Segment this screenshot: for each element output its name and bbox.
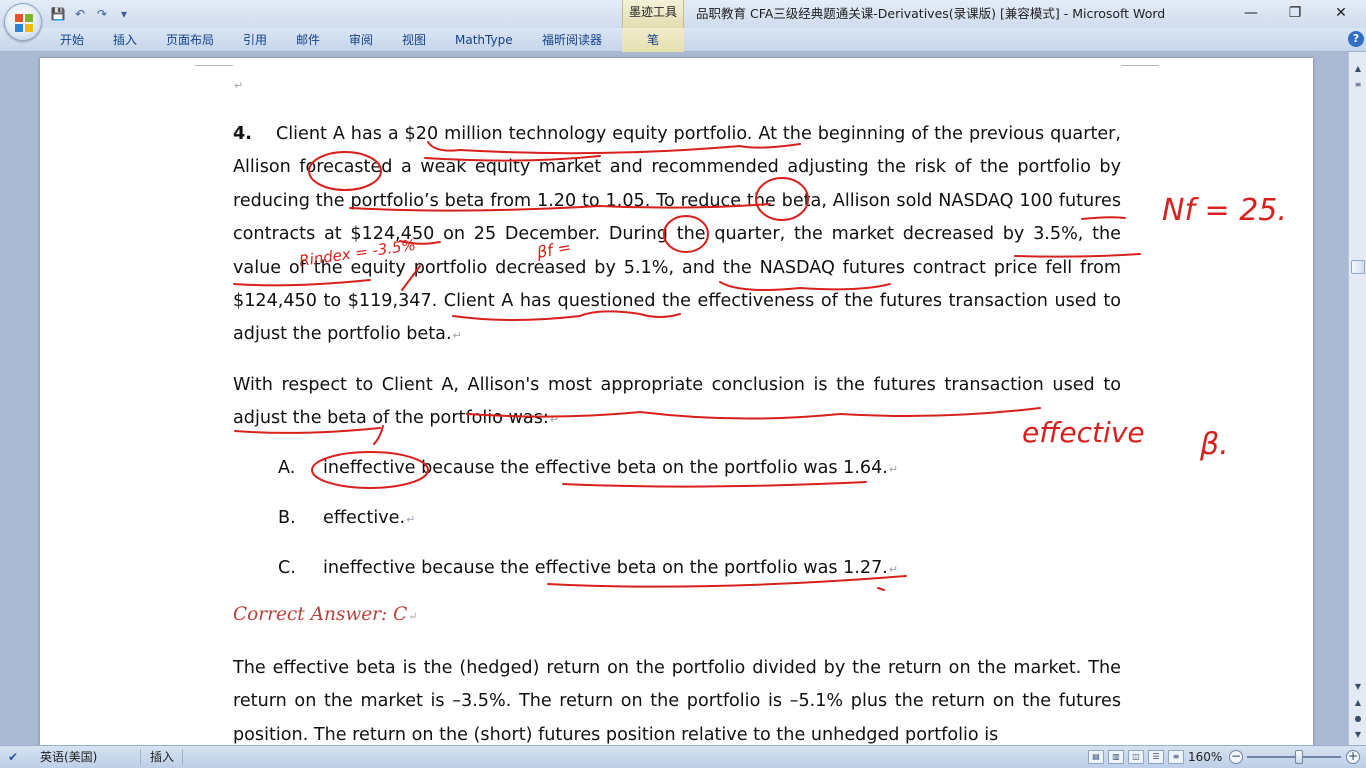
question-stem-text: Client A has a $20 million technology eq… (233, 124, 1121, 345)
ribbon-tab-bar: 开始 插入 页面布局 引用 邮件 审阅 视图 MathType 福昕阅读器 笔 (0, 28, 1366, 52)
redo-icon[interactable]: ↷ (94, 6, 110, 22)
scroll-up-icon[interactable]: ▲ (1351, 62, 1365, 76)
zoom-in-button[interactable]: + (1346, 750, 1360, 764)
ink-note-nf: Nf = 25. (1162, 193, 1287, 228)
option-letter: B. (278, 508, 296, 528)
draft-view-icon[interactable]: ≡ (1168, 750, 1184, 764)
office-logo-icon (15, 14, 33, 32)
paragraph-mark: ↵ (406, 513, 416, 526)
status-separator (140, 749, 141, 765)
save-icon[interactable]: 💾 (50, 6, 66, 22)
document-workspace: ↵ 4. Client A has a $20 million technolog… (0, 52, 1348, 745)
paragraph-mark: ↵ (888, 463, 899, 476)
previous-page-icon[interactable]: ▲ (1351, 696, 1365, 710)
explanation: The effective beta is the (hedged) retur… (233, 652, 1121, 745)
paragraph-mark: ↵ (408, 610, 418, 623)
status-bar: ✔ 英语(美国) 插入 ▤ ▥ ◫ ☰ ≡ 160% − + (0, 745, 1366, 768)
help-icon[interactable]: ? (1348, 31, 1364, 47)
ink-underline (877, 587, 885, 591)
tab-home[interactable]: 开始 (60, 30, 84, 50)
zoom-slider-handle[interactable] (1295, 750, 1303, 764)
title-bar: 💾 ↶ ↷ ▾ 墨迹工具 品职教育 CFA三级经典题通关课-Derivative… (0, 0, 1366, 28)
tab-review[interactable]: 审阅 (349, 30, 373, 50)
document-page[interactable]: ↵ 4. Client A has a $20 million technolog… (40, 58, 1313, 745)
tab-insert[interactable]: 插入 (113, 30, 137, 50)
tab-mathtype[interactable]: MathType (455, 30, 513, 50)
ruler-toggle-icon[interactable]: ≡ (1351, 78, 1365, 92)
customize-toolbar-icon[interactable]: ▾ (116, 6, 132, 22)
language-indicator[interactable]: 英语(美国) (40, 746, 97, 768)
ink-note-beta: β. (1199, 427, 1229, 462)
tab-view[interactable]: 视图 (402, 30, 426, 50)
web-layout-view-icon[interactable]: ◫ (1128, 750, 1144, 764)
tab-pen[interactable]: 笔 (647, 30, 659, 50)
option-text: effective. (323, 508, 406, 528)
full-screen-reading-view-icon[interactable]: ▥ (1108, 750, 1124, 764)
office-button[interactable] (4, 3, 42, 41)
question-prompt-text: With respect to Client A, Allison's most… (233, 375, 1121, 429)
scroll-down-icon[interactable]: ▼ (1351, 680, 1365, 694)
tab-references[interactable]: 引用 (243, 30, 267, 50)
question-stem: 4. Client A has a $20 million technology … (233, 118, 1121, 353)
tab-page-layout[interactable]: 页面布局 (166, 30, 214, 50)
option-text: ineffective because the effective beta o… (323, 558, 888, 578)
option-b: B. effective.↵ (278, 506, 415, 532)
option-letter: A. (278, 458, 296, 478)
ink-tools-context-label: 墨迹工具 (622, 0, 684, 28)
print-layout-view-icon[interactable]: ▤ (1088, 750, 1104, 764)
tab-foxit-reader[interactable]: 福昕阅读器 (542, 30, 602, 50)
correct-answer: Correct Answer: C↵ (233, 604, 418, 625)
window-title: 品职教育 CFA三级经典题通关课-Derivatives(录课版) [兼容模式]… (696, 6, 1166, 21)
close-button[interactable]: ✕ (1326, 2, 1356, 24)
quick-access-toolbar: 💾 ↶ ↷ ▾ (50, 4, 132, 24)
page-corner-mark (1121, 65, 1159, 66)
explanation-text: The effective beta is the (hedged) retur… (233, 658, 1121, 745)
paragraph-mark: ↵ (452, 329, 462, 343)
paragraph-mark: ↵ (888, 563, 899, 576)
page-corner-mark (195, 65, 233, 66)
status-separator (182, 749, 183, 765)
outline-view-icon[interactable]: ☰ (1148, 750, 1164, 764)
zoom-out-button[interactable]: − (1229, 750, 1243, 764)
restore-button[interactable]: ❐ (1280, 2, 1310, 24)
paragraph-mark: ↵ (549, 413, 560, 427)
insert-mode-indicator[interactable]: 插入 (150, 746, 174, 768)
ink-underline (562, 481, 867, 488)
zoom-level[interactable]: 160% (1188, 746, 1222, 768)
question-number: 4. (233, 124, 252, 144)
question-prompt: With respect to Client A, Allison's most… (233, 369, 1121, 437)
undo-icon[interactable]: ↶ (72, 6, 88, 22)
paragraph-mark: ↵ (234, 79, 244, 92)
option-a: A. ineffective because the effective beta… (278, 456, 898, 482)
scroll-thumb[interactable] (1351, 260, 1365, 274)
tab-mailings[interactable]: 邮件 (296, 30, 320, 50)
browse-object-icon[interactable]: ● (1351, 712, 1365, 726)
minimize-button[interactable]: — (1236, 2, 1266, 24)
next-page-icon[interactable]: ▼ (1351, 728, 1365, 742)
proofing-icon[interactable]: ✔ (8, 746, 18, 768)
option-text: ineffective because the effective beta o… (323, 458, 888, 478)
correct-answer-text: Correct Answer: C (233, 604, 408, 625)
zoom-slider[interactable] (1247, 756, 1341, 758)
option-c: C. ineffective because the effective beta… (278, 556, 898, 582)
vertical-scrollbar[interactable]: ▲ ≡ ▼ ▲ ● ▼ (1348, 52, 1366, 745)
option-letter: C. (278, 558, 296, 578)
